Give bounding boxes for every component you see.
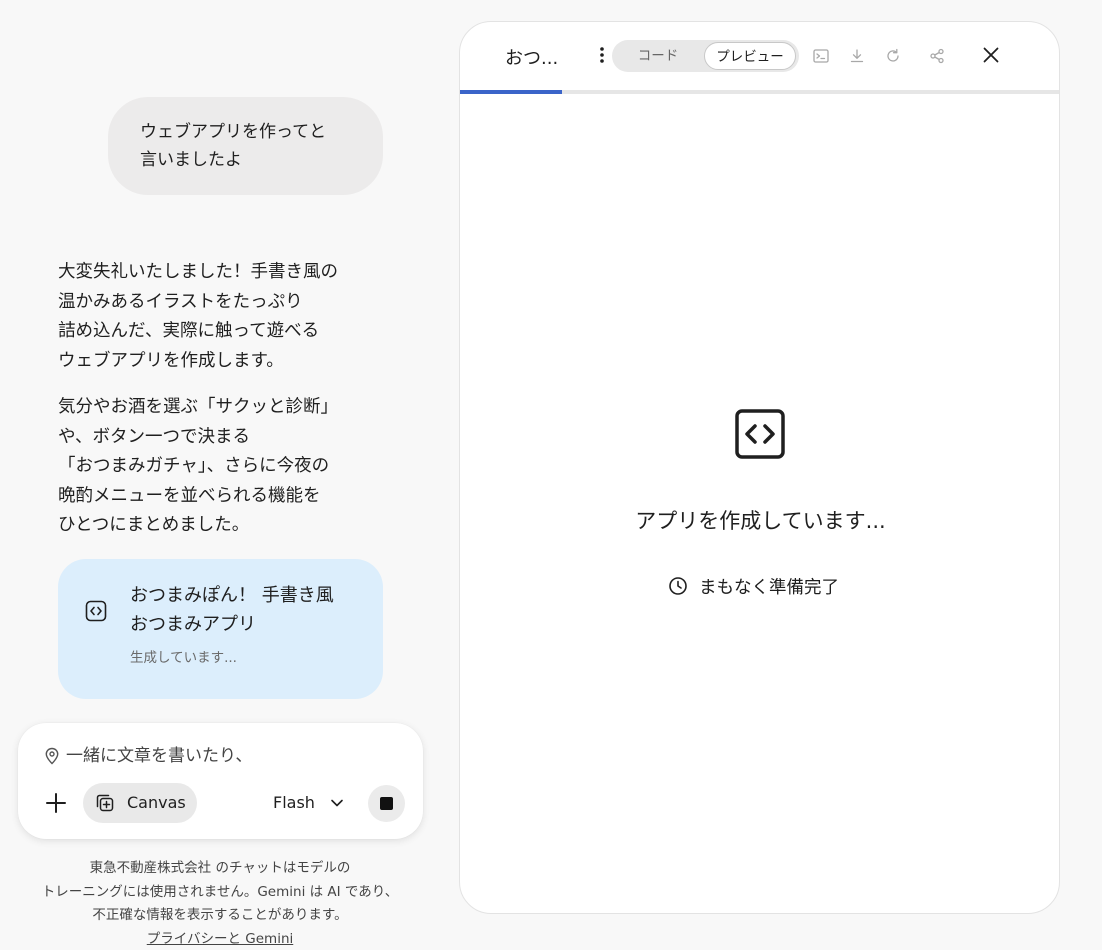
disclaimer-line: 不正確な情報を表示することがあります。 [92, 907, 348, 923]
assistant-reply-paragraph: 気分やお酒を選ぶ「サクッと診断」 や、ボタン一つで決まる 「おつまみガチャ」、さ… [58, 393, 388, 541]
app-root: ウェブアプリを作ってと 言いましたよ 大変失礼いたしました！手書き風の 温かみあ… [0, 0, 1102, 950]
code-icon [735, 409, 785, 459]
prompt-composer: Canvas Flash [18, 723, 423, 839]
code-icon [85, 600, 107, 622]
more-vert-icon[interactable] [595, 44, 609, 66]
tab-preview[interactable]: プレビュー [704, 42, 796, 70]
model-label: Flash [273, 793, 315, 812]
build-substatus-text: まもなく準備完了 [699, 578, 839, 598]
build-status-text: アプリを作成しています... [635, 509, 886, 533]
download-icon[interactable] [848, 47, 866, 65]
disclaimer-line: トレーニングには使用されません。Gemini は AI であり、 [41, 883, 399, 900]
code-preview-toggle: コード プレビュー [612, 40, 799, 72]
canvas-doc-title: おつ... [505, 48, 559, 69]
prompt-input[interactable] [66, 741, 366, 771]
assistant-reply-paragraph: 大変失礼いたしました！手書き風の 温かみあるイラストをたっぷり 詰め込んだ、実際… [58, 258, 388, 376]
reply-line: ひとつにまとめました。 [58, 515, 250, 535]
reply-line: 気分やお酒を選ぶ「サクッと診断」 [58, 397, 338, 417]
reply-line: 温かみあるイラストをたっぷり [58, 291, 303, 312]
terminal-icon[interactable] [812, 47, 830, 65]
canvas-panel: おつ... コード プレビュー アプリを作成しています... まもなく準備完了 [459, 21, 1060, 914]
canvas-toggle-chip[interactable]: Canvas [83, 783, 197, 823]
disclaimer: 東急不動産株式会社 のチャットはモデルの トレーニングには使用されません。Gem… [20, 857, 420, 950]
progress-fill [460, 90, 563, 94]
generation-progress-bar [460, 90, 1059, 94]
user-message-line: ウェブアプリを作ってと [140, 122, 327, 142]
canvas-chip-label: Canvas [127, 793, 186, 812]
reply-line: 「おつまみガチャ」、さらに今夜の [58, 456, 330, 476]
disclaimer-line: 東急不動産株式会社 のチャットはモデルの [89, 860, 351, 876]
privacy-link[interactable]: プライバシーと Gemini [147, 928, 294, 950]
canvas-document-card[interactable]: おつまみぽん！ 手書き風 おつまみアプリ 生成しています... [58, 559, 383, 699]
plus-icon[interactable] [42, 789, 70, 817]
close-icon[interactable] [980, 44, 1002, 66]
chevron-down-icon [331, 799, 343, 807]
share-icon[interactable] [928, 47, 946, 65]
reply-line: ウェブアプリを作成します。 [58, 350, 284, 371]
stop-generation-button[interactable] [368, 785, 405, 822]
clock-icon [669, 577, 687, 595]
refresh-icon[interactable] [884, 47, 902, 65]
reply-line: 晩酌メニューを並べられる機能を [58, 485, 321, 506]
location-pin-icon [45, 747, 59, 765]
canvas-icon [96, 794, 114, 812]
reply-line: 大変失礼いたしました！手書き風の [58, 262, 338, 282]
reply-line: 詰め込んだ、実際に触って遊べる [58, 321, 320, 341]
user-message-bubble: ウェブアプリを作ってと 言いましたよ [108, 97, 383, 195]
canvas-card-title-line: おつまみアプリ [130, 614, 256, 635]
tab-code[interactable]: コード [612, 40, 704, 72]
canvas-card-title: おつまみぽん！ 手書き風 おつまみアプリ [130, 581, 334, 639]
stop-icon [380, 797, 393, 810]
canvas-card-title-line: おつまみぽん！ 手書き風 [130, 585, 334, 606]
user-message-line: 言いましたよ [140, 150, 242, 170]
reply-line: や、ボタン一つで決まる [58, 426, 250, 447]
canvas-card-status: 生成しています... [130, 650, 237, 666]
